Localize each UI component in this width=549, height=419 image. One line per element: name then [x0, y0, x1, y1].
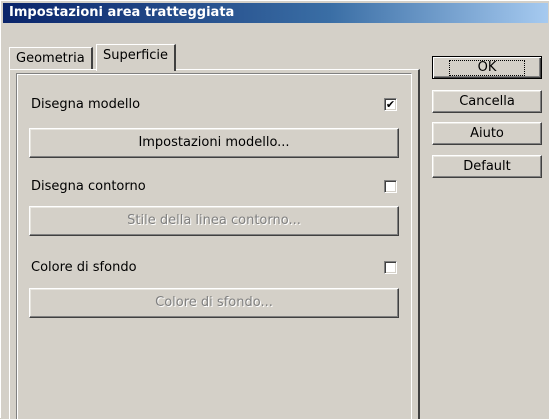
help-button[interactable]: Aiuto — [432, 122, 542, 145]
cancel-button[interactable]: Cancella — [432, 90, 542, 113]
draw-outline-checkbox[interactable] — [384, 180, 397, 193]
ok-button[interactable]: OK — [432, 56, 542, 79]
cancel-button-label: Cancella — [459, 94, 515, 109]
tab-superficie-label: Superficie — [103, 48, 169, 63]
default-button-label: Default — [463, 159, 511, 174]
background-color-button[interactable]: Colore di sfondo... — [29, 288, 399, 318]
draw-pattern-label: Disegna modello — [31, 97, 141, 112]
ok-button-label: OK — [448, 60, 526, 76]
tab-superficie[interactable]: Superficie — [96, 44, 177, 71]
help-button-label: Aiuto — [470, 126, 504, 141]
draw-outline-label: Disegna contorno — [31, 179, 146, 194]
surface-groupbox — [16, 73, 412, 419]
checkmark-icon: ✔ — [385, 98, 396, 111]
background-color-label: Colore di sfondo — [31, 260, 137, 275]
window-title: Impostazioni area tratteggiata — [9, 5, 235, 20]
pattern-settings-button-label: Impostazioni modello... — [138, 135, 290, 150]
draw-pattern-checkbox[interactable]: ✔ — [384, 98, 397, 111]
outline-style-button-label: Stile della linea contorno... — [127, 213, 301, 228]
background-color-button-label: Colore di sfondo... — [155, 295, 273, 310]
dialog-window: Impostazioni area tratteggiata Geometria… — [0, 0, 549, 419]
tab-geometria-label: Geometria — [16, 51, 85, 66]
outline-style-button[interactable]: Stile della linea contorno... — [29, 206, 399, 236]
background-color-checkbox[interactable] — [384, 261, 397, 274]
title-bar[interactable]: Impostazioni area tratteggiata — [3, 3, 548, 23]
default-button[interactable]: Default — [432, 155, 542, 178]
tab-geometria[interactable]: Geometria — [9, 47, 93, 69]
pattern-settings-button[interactable]: Impostazioni modello... — [29, 128, 399, 158]
